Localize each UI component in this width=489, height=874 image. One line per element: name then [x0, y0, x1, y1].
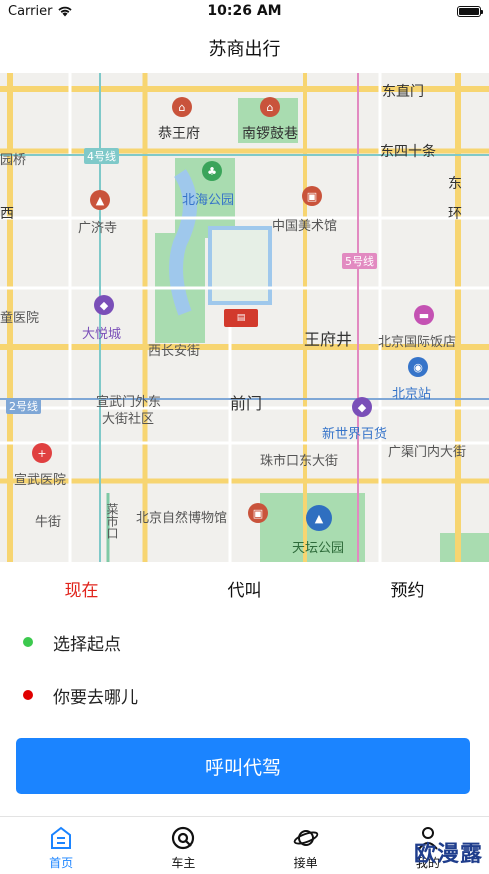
map-label: 大街社区 — [102, 412, 155, 427]
map-label: 南锣鼓巷 — [242, 126, 298, 142]
nav-bar: 苏商出行 — [0, 22, 489, 73]
destination-label: 你要去哪儿 — [53, 687, 138, 708]
tab-reserve[interactable]: 预约 — [326, 574, 489, 608]
map-label: 中国美术馆 — [272, 219, 338, 234]
home-icon — [51, 826, 72, 849]
steering-wheel-icon — [172, 826, 195, 850]
origin-label: 选择起点 — [53, 634, 121, 655]
tab-home-label: 首页 — [49, 856, 74, 870]
map-label: 园桥 — [0, 153, 27, 168]
map-label: 北京站 — [392, 387, 432, 402]
tab-now[interactable]: 现在 — [0, 574, 163, 608]
call-driver-button[interactable]: 呼叫代驾 — [16, 738, 470, 794]
map-label: 东 — [448, 176, 462, 192]
tab-owner[interactable]: 车主 — [122, 817, 244, 874]
station-icon: ◉ — [408, 357, 428, 377]
map-label: 珠市口东大街 — [260, 454, 339, 469]
map-view[interactable]: 东直门 恭王府 南锣鼓巷 东四十条 园桥 4号线 北海公园 东 西 广济寺 中国… — [0, 73, 489, 562]
map-label: 前门 — [230, 394, 263, 413]
carrier-group: Carrier — [8, 4, 73, 19]
status-bar: Carrier 10:26 AM — [0, 0, 489, 22]
carrier-label: Carrier — [8, 3, 53, 19]
watermark: 欧漫露 — [413, 842, 483, 867]
tab-owner-label: 车主 — [171, 856, 196, 870]
landmark-icon: ⌂ — [172, 97, 192, 117]
map-label: 东直门 — [382, 84, 424, 100]
hospital-icon: + — [32, 443, 52, 463]
map-label: 北京国际饭店 — [378, 335, 457, 350]
tiananmen-icon: ▤ — [224, 309, 258, 327]
map-label: 西长安街 — [148, 344, 201, 359]
map-label: 牛街 — [35, 515, 62, 530]
map-label: 恭王府 — [158, 126, 200, 142]
tab-orders[interactable]: 接单 — [245, 817, 367, 874]
origin-dot-icon — [23, 637, 33, 647]
map-label: 王府井 — [304, 330, 353, 349]
map-label: 童医院 — [0, 311, 40, 326]
park-icon: ♣ — [202, 161, 222, 181]
page-title: 苏商出行 — [208, 38, 281, 60]
temple-icon: ▲ — [306, 505, 332, 531]
map-label: 北海公园 — [182, 193, 235, 208]
map-label: 新世界百货 — [322, 427, 388, 442]
destination-row[interactable]: 你要去哪儿 — [0, 675, 489, 715]
map-label: 5号线 — [342, 253, 377, 269]
tab-orders-label: 接单 — [293, 856, 318, 870]
shopping-icon: ◆ — [94, 295, 114, 315]
map-label: 宣武医院 — [14, 473, 67, 488]
tab-home[interactable]: 首页 — [0, 817, 122, 874]
map-label: 2号线 — [6, 398, 41, 414]
museum-icon: ▣ — [248, 503, 268, 523]
tab-call-for-others[interactable]: 代叫 — [163, 574, 326, 608]
map-label: 东四十条 — [380, 144, 436, 160]
destination-dot-icon — [23, 690, 33, 700]
map-label: 广济寺 — [78, 221, 118, 236]
mode-tabs: 现在 代叫 预约 — [0, 574, 489, 608]
map-label: 广渠门内大街 — [388, 445, 467, 460]
map-label: 西 — [0, 206, 14, 222]
landmark-icon: ⌂ — [260, 97, 280, 117]
map-label: 天坛公园 — [292, 541, 345, 556]
map-label: 菜市口 — [105, 503, 119, 539]
battery-icon — [457, 5, 483, 17]
temple-icon: ▲ — [90, 190, 110, 210]
planet-icon — [293, 830, 318, 846]
museum-icon: ▣ — [302, 186, 322, 206]
origin-row[interactable]: 选择起点 — [0, 622, 489, 662]
map-label: 北京自然博物馆 — [136, 511, 228, 526]
map-label: 大悦城 — [82, 327, 122, 342]
wifi-icon — [58, 6, 73, 17]
hotel-icon: ▬ — [414, 305, 434, 325]
map-label: 环 — [448, 206, 462, 222]
map-label: 4号线 — [84, 148, 119, 164]
shopping-icon: ◆ — [352, 397, 372, 417]
